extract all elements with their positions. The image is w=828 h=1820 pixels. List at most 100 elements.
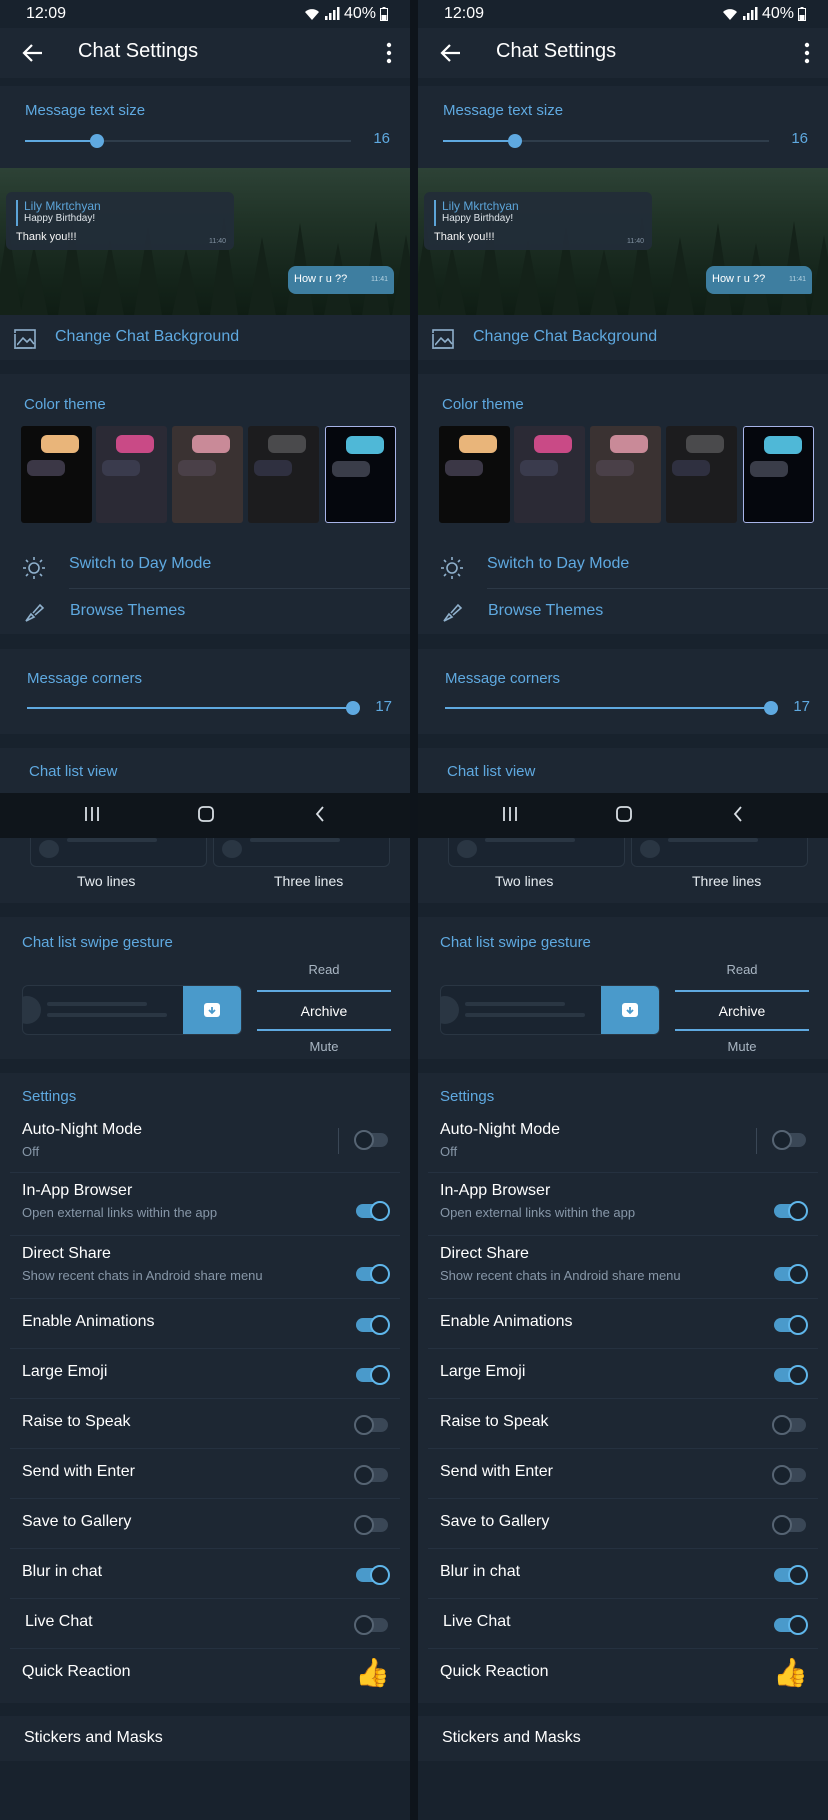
swipe-option-mute[interactable]: Mute [257, 1039, 391, 1054]
theme-thumbnail[interactable] [248, 426, 319, 523]
settings-row[interactable]: In-App Browser Open external links within… [428, 1172, 818, 1236]
toggle-switch[interactable] [774, 1315, 808, 1335]
back-arrow-icon[interactable] [20, 40, 46, 66]
corners-slider[interactable] [27, 701, 360, 715]
back-arrow-icon[interactable] [438, 40, 464, 66]
more-options-icon[interactable] [804, 42, 810, 64]
settings-row[interactable]: Send with Enter [428, 1448, 818, 1499]
toggle-switch[interactable] [772, 1515, 806, 1535]
toggle-switch[interactable] [772, 1415, 806, 1435]
toggle-switch[interactable] [774, 1565, 808, 1585]
toggle-knob [370, 1264, 390, 1284]
tree-shape [666, 237, 694, 315]
swipe-option-archive[interactable]: Archive [675, 1003, 809, 1019]
settings-row[interactable]: Auto-Night Mode Off [10, 1111, 400, 1173]
text-size-slider[interactable] [443, 134, 769, 148]
toggle-switch[interactable] [356, 1565, 390, 1585]
settings-row[interactable]: Large Emoji [428, 1348, 818, 1399]
two-lines-card[interactable] [30, 838, 207, 867]
theme-thumbnail[interactable] [439, 426, 510, 523]
toggle-switch[interactable] [354, 1465, 388, 1485]
settings-row[interactable]: Live Chat [10, 1598, 400, 1649]
settings-row[interactable]: Blur in chat [10, 1548, 400, 1599]
settings-row[interactable]: Save to Gallery [10, 1498, 400, 1549]
theme-thumbnail[interactable] [325, 426, 396, 523]
more-options-icon[interactable] [386, 42, 392, 64]
settings-row[interactable]: Enable Animations [428, 1298, 818, 1349]
slider-knob[interactable] [507, 134, 522, 148]
theme-thumbnail[interactable] [21, 426, 92, 523]
slider-knob[interactable] [346, 701, 360, 715]
three-lines-card[interactable] [631, 838, 808, 867]
row-divider [69, 588, 410, 589]
settings-row[interactable]: Save to Gallery [428, 1498, 818, 1549]
browse-themes-row[interactable]: Browse Themes [418, 600, 828, 642]
settings-row[interactable]: Large Emoji [10, 1348, 400, 1399]
toggle-switch[interactable] [354, 1415, 388, 1435]
settings-row[interactable]: Raise to Speak [428, 1398, 818, 1449]
toggle-switch[interactable] [354, 1515, 388, 1535]
theme-thumbnail[interactable] [666, 426, 737, 523]
change-background-row[interactable]: Change Chat Background [0, 315, 410, 360]
settings-row[interactable]: Quick Reaction 👍 [428, 1648, 818, 1703]
toggle-switch[interactable] [772, 1130, 806, 1150]
system-nav-bar [418, 793, 828, 838]
toggle-switch[interactable] [772, 1465, 806, 1485]
toggle-switch[interactable] [774, 1201, 808, 1221]
settings-row[interactable]: Quick Reaction 👍 [10, 1648, 400, 1703]
toggle-switch[interactable] [354, 1615, 388, 1635]
slider-knob[interactable] [89, 134, 104, 148]
theme-outgoing-bubble [459, 435, 497, 453]
swipe-option-read[interactable]: Read [675, 962, 809, 977]
theme-thumbnail[interactable] [743, 426, 814, 523]
settings-row[interactable]: Send with Enter [10, 1448, 400, 1499]
stickers-row[interactable]: Stickers and Masks [418, 1716, 828, 1761]
change-background-label: Change Chat Background [55, 328, 240, 345]
settings-row[interactable]: Direct Share Show recent chats in Android… [428, 1235, 818, 1299]
settings-row[interactable]: Direct Share Show recent chats in Android… [10, 1235, 400, 1299]
back-nav-icon[interactable] [314, 805, 326, 828]
settings-row[interactable]: Enable Animations [10, 1298, 400, 1349]
toggle-switch[interactable] [356, 1315, 390, 1335]
theme-thumbnail[interactable] [172, 426, 243, 523]
thumbs-up-icon[interactable]: 👍 [355, 1656, 390, 1689]
theme-thumbnail[interactable] [590, 426, 661, 523]
recents-icon[interactable] [84, 805, 100, 828]
settings-row[interactable]: Auto-Night Mode Off [428, 1111, 818, 1173]
swipe-option-read[interactable]: Read [257, 962, 391, 977]
thumbs-up-icon[interactable]: 👍 [773, 1656, 808, 1689]
toggle-switch[interactable] [356, 1365, 390, 1385]
settings-row[interactable]: In-App Browser Open external links within… [10, 1172, 400, 1236]
swipe-option-mute[interactable]: Mute [675, 1039, 809, 1054]
toggle-switch[interactable] [774, 1615, 808, 1635]
toggle-knob [354, 1415, 374, 1435]
change-background-row[interactable]: Change Chat Background [418, 315, 828, 360]
settings-row[interactable]: Live Chat [428, 1598, 818, 1649]
settings-row[interactable]: Raise to Speak [10, 1398, 400, 1449]
stickers-row[interactable]: Stickers and Masks [0, 1716, 410, 1761]
option-divider [257, 990, 391, 992]
corners-slider[interactable] [445, 701, 778, 715]
placeholder-line [485, 838, 575, 842]
setting-title: Auto-Night Mode [22, 1121, 143, 1138]
toggle-switch[interactable] [774, 1365, 808, 1385]
home-icon[interactable] [615, 805, 633, 828]
day-mode-label: Switch to Day Mode [69, 555, 212, 572]
swipe-option-archive[interactable]: Archive [257, 1003, 391, 1019]
theme-thumbnail[interactable] [514, 426, 585, 523]
three-lines-card[interactable] [213, 838, 390, 867]
slider-knob[interactable] [764, 701, 778, 715]
toggle-switch[interactable] [356, 1201, 390, 1221]
back-nav-icon[interactable] [732, 805, 744, 828]
recents-icon[interactable] [502, 805, 518, 828]
text-size-slider[interactable] [25, 134, 351, 148]
home-icon[interactable] [197, 805, 215, 828]
toggle-switch[interactable] [774, 1264, 808, 1284]
two-lines-card[interactable] [448, 838, 625, 867]
setting-subtitle: Off [22, 1144, 40, 1159]
settings-row[interactable]: Blur in chat [428, 1548, 818, 1599]
toggle-switch[interactable] [354, 1130, 388, 1150]
browse-themes-row[interactable]: Browse Themes [0, 600, 410, 642]
toggle-switch[interactable] [356, 1264, 390, 1284]
theme-thumbnail[interactable] [96, 426, 167, 523]
